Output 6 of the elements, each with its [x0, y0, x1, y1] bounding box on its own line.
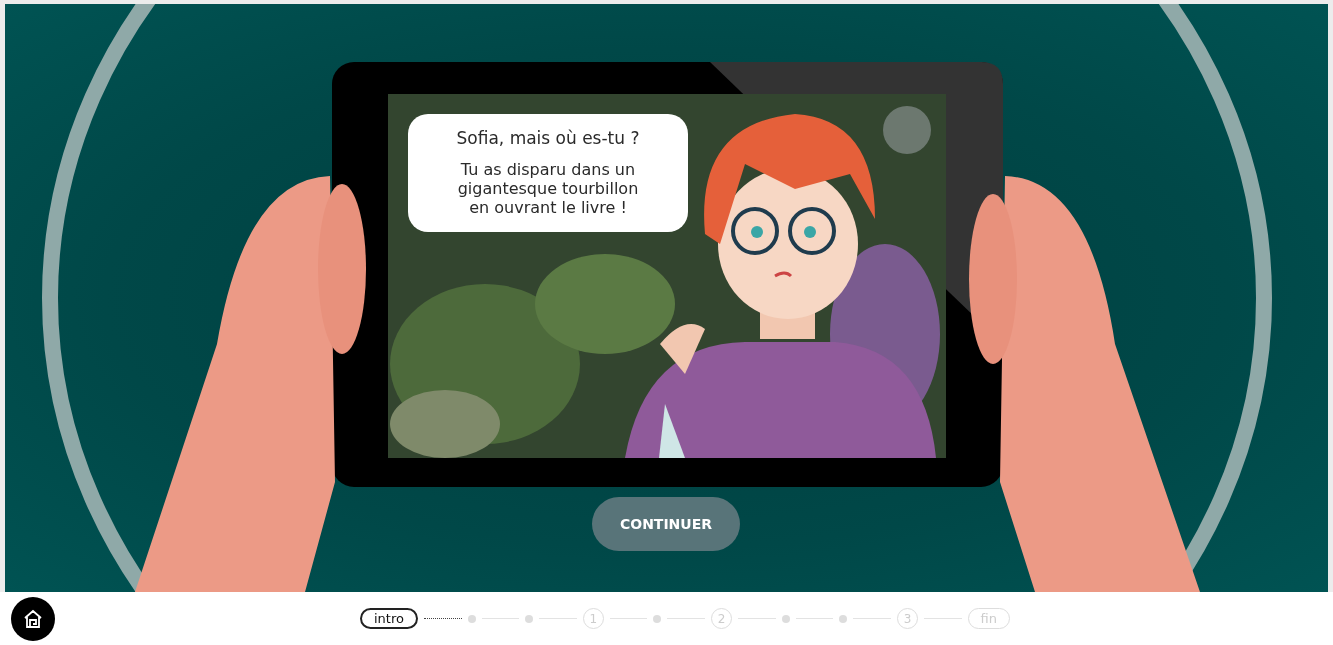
- home-button[interactable]: [11, 596, 55, 641]
- bubble-text: Tu as disparu dans un gigantesque tourbillon en ouvrant le livre !: [456, 159, 640, 218]
- continue-button[interactable]: CONTINUER: [592, 497, 740, 551]
- step-pill[interactable]: intro: [360, 608, 418, 629]
- bubble-question: Sofia, mais où es-tu ?: [455, 127, 641, 150]
- home-icon: [22, 607, 44, 630]
